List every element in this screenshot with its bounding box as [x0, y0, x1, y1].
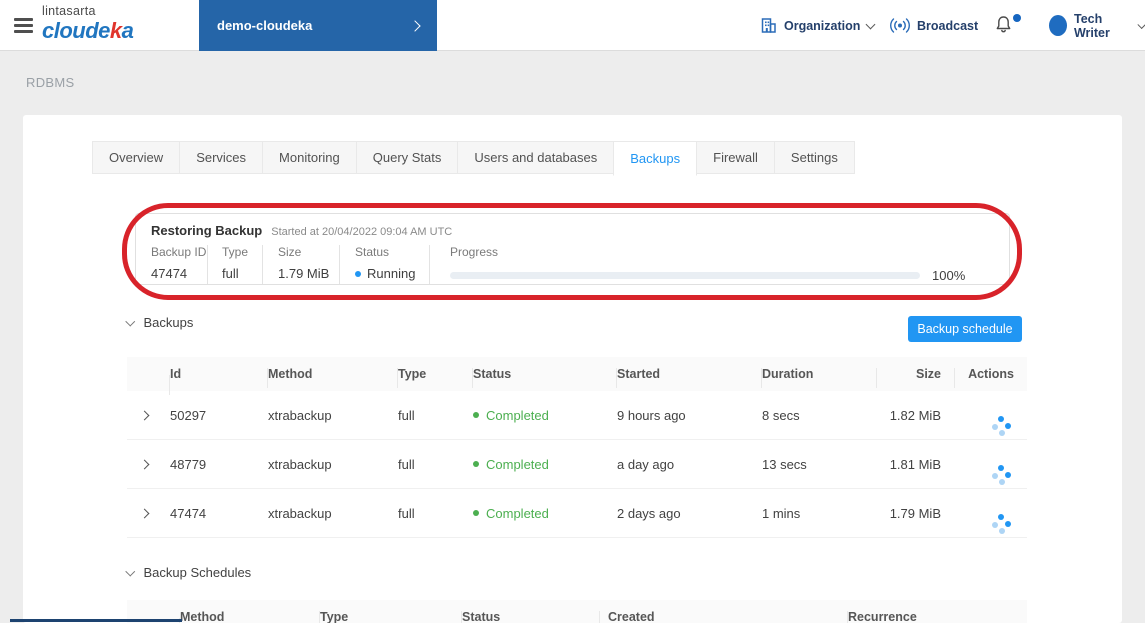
tab-users-and-databases[interactable]: Users and databases [457, 141, 615, 174]
table-row[interactable]: 48779 xtrabackup full Completed a day ag… [127, 440, 1027, 489]
tab-backups[interactable]: Backups [613, 141, 698, 176]
column-method: Method [180, 610, 320, 623]
backups-table-header: Id Method Type Status Started Duration S… [127, 357, 1027, 395]
status-dot-icon [473, 412, 479, 418]
restoring-backup-panel: Restoring Backup Started at 20/04/2022 0… [135, 213, 1010, 285]
status-running-badge: Running [355, 266, 429, 281]
row-expand-button[interactable] [127, 508, 170, 518]
brand-logo: lintasarta cloudeka [42, 4, 134, 43]
rdbms-detail-card: Overview Services Monitoring Query Stats… [23, 115, 1122, 623]
notification-badge [1013, 14, 1021, 22]
column-type: Type [320, 610, 462, 623]
logo-cloudeka: cloudeka [42, 17, 134, 43]
backup-schedules-section-toggle[interactable]: Backup Schedules [125, 565, 252, 580]
column-duration: Duration [762, 367, 877, 388]
tab-services[interactable]: Services [179, 141, 264, 174]
column-started: Started [617, 367, 762, 388]
status-dot-icon [355, 270, 361, 277]
chevron-down-icon [125, 566, 135, 576]
status-completed-badge: Completed [473, 457, 617, 472]
top-navbar: lintasarta cloudeka demo-cloudeka Organi… [0, 0, 1145, 51]
column-created: Created [600, 610, 848, 623]
progress-bar [450, 271, 920, 279]
broadcast-icon [890, 18, 910, 33]
column-size: Size [877, 367, 955, 388]
backup-schedules-table: Method Type Status Created Recurrence [127, 600, 1027, 623]
chevron-right-icon [409, 19, 421, 32]
schedules-table-header: Method Type Status Created Recurrence [127, 600, 1027, 623]
column-status: Status [473, 367, 617, 388]
backups-section-title: Backups [143, 315, 194, 330]
column-actions: Actions [968, 367, 1014, 381]
project-name: demo-cloudeka [217, 18, 313, 33]
tab-query-stats[interactable]: Query Stats [355, 141, 459, 174]
tab-overview[interactable]: Overview [92, 141, 181, 174]
chevron-down-icon [865, 19, 876, 29]
column-recurrence: Recurrence [848, 610, 917, 623]
status-dot-icon [473, 510, 479, 516]
field-type: Type full [208, 245, 263, 284]
field-size: Size 1.79 MiB [263, 245, 340, 284]
status-completed-badge: Completed [473, 506, 617, 521]
organization-label: Organization [784, 18, 861, 33]
field-progress: Progress 100% [450, 245, 966, 283]
organization-menu[interactable]: Organization [760, 0, 876, 51]
user-menu[interactable]: Tech Writer [1049, 0, 1145, 51]
notifications-button[interactable] [995, 14, 1021, 39]
column-method: Method [268, 367, 398, 388]
field-backup-id: Backup ID 47474 [151, 245, 208, 284]
column-type: Type [398, 367, 473, 388]
field-status: Status Running [340, 245, 430, 284]
status-dot-icon [473, 461, 479, 467]
broadcast-label: Broadcast [917, 18, 979, 33]
column-status: Status [462, 610, 600, 623]
user-avatar [1049, 15, 1067, 36]
backups-table: Id Method Type Status Started Duration S… [127, 357, 1027, 538]
restoring-backup-title: Restoring Backup [151, 223, 263, 238]
menu-icon[interactable] [14, 18, 33, 33]
progress-percent: 100% [932, 267, 966, 283]
user-name: Tech Writer [1073, 11, 1110, 40]
organization-building-icon [761, 18, 776, 33]
detail-tabs: Overview Services Monitoring Query Stats… [92, 141, 855, 176]
backups-section-toggle[interactable]: Backups [125, 315, 194, 330]
logo-lintasarta: lintasarta [42, 4, 96, 18]
project-selector-button[interactable]: demo-cloudeka [199, 0, 437, 51]
restoring-backup-started-at: Started at 20/04/2022 09:04 AM UTC [271, 226, 453, 238]
column-id: Id [170, 367, 268, 388]
backup-schedule-button[interactable]: Backup schedule [908, 316, 1022, 342]
table-row[interactable]: 50297 xtrabackup full Completed 9 hours … [127, 391, 1027, 440]
status-completed-badge: Completed [473, 408, 617, 423]
tab-firewall[interactable]: Firewall [696, 141, 775, 174]
row-expand-button[interactable] [127, 410, 170, 420]
backup-schedules-section-title: Backup Schedules [143, 565, 252, 580]
chevron-down-icon [125, 316, 135, 326]
bottom-edge-line [10, 619, 182, 622]
tab-monitoring[interactable]: Monitoring [262, 141, 357, 174]
breadcrumb: RDBMS [26, 75, 75, 90]
tab-settings[interactable]: Settings [773, 141, 855, 174]
bell-icon [996, 16, 1011, 33]
broadcast-menu[interactable]: Broadcast [890, 0, 978, 51]
chevron-down-icon [1137, 19, 1145, 29]
row-expand-button[interactable] [127, 459, 170, 469]
table-row[interactable]: 47474 xtrabackup full Completed 2 days a… [127, 489, 1027, 538]
